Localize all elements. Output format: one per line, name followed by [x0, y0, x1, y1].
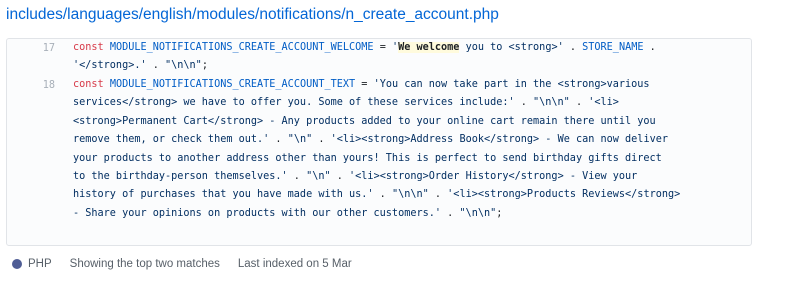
line-number: 18 — [42, 80, 55, 91]
matches-info: Showing the top two matches — [69, 258, 220, 270]
language-color-dot — [12, 259, 22, 269]
code-snippet: 17 const MODULE_NOTIFICATIONS_CREATE_ACC… — [6, 38, 752, 246]
line-number: 17 — [42, 43, 55, 54]
code-text: const MODULE_NOTIFICATIONS_CREATE_ACCOUN… — [73, 79, 681, 219]
file-path-link[interactable]: includes/languages/english/modules/notif… — [6, 6, 499, 24]
language-label: PHP — [28, 258, 52, 270]
code-text: const MODULE_NOTIFICATIONS_CREATE_ACCOUN… — [73, 42, 656, 72]
search-match-highlight: We welcome — [398, 42, 460, 53]
indexed-date: Last indexed on 5 Mar — [237, 258, 352, 270]
result-footer: PHP Showing the top two matches Last ind… — [12, 256, 352, 272]
